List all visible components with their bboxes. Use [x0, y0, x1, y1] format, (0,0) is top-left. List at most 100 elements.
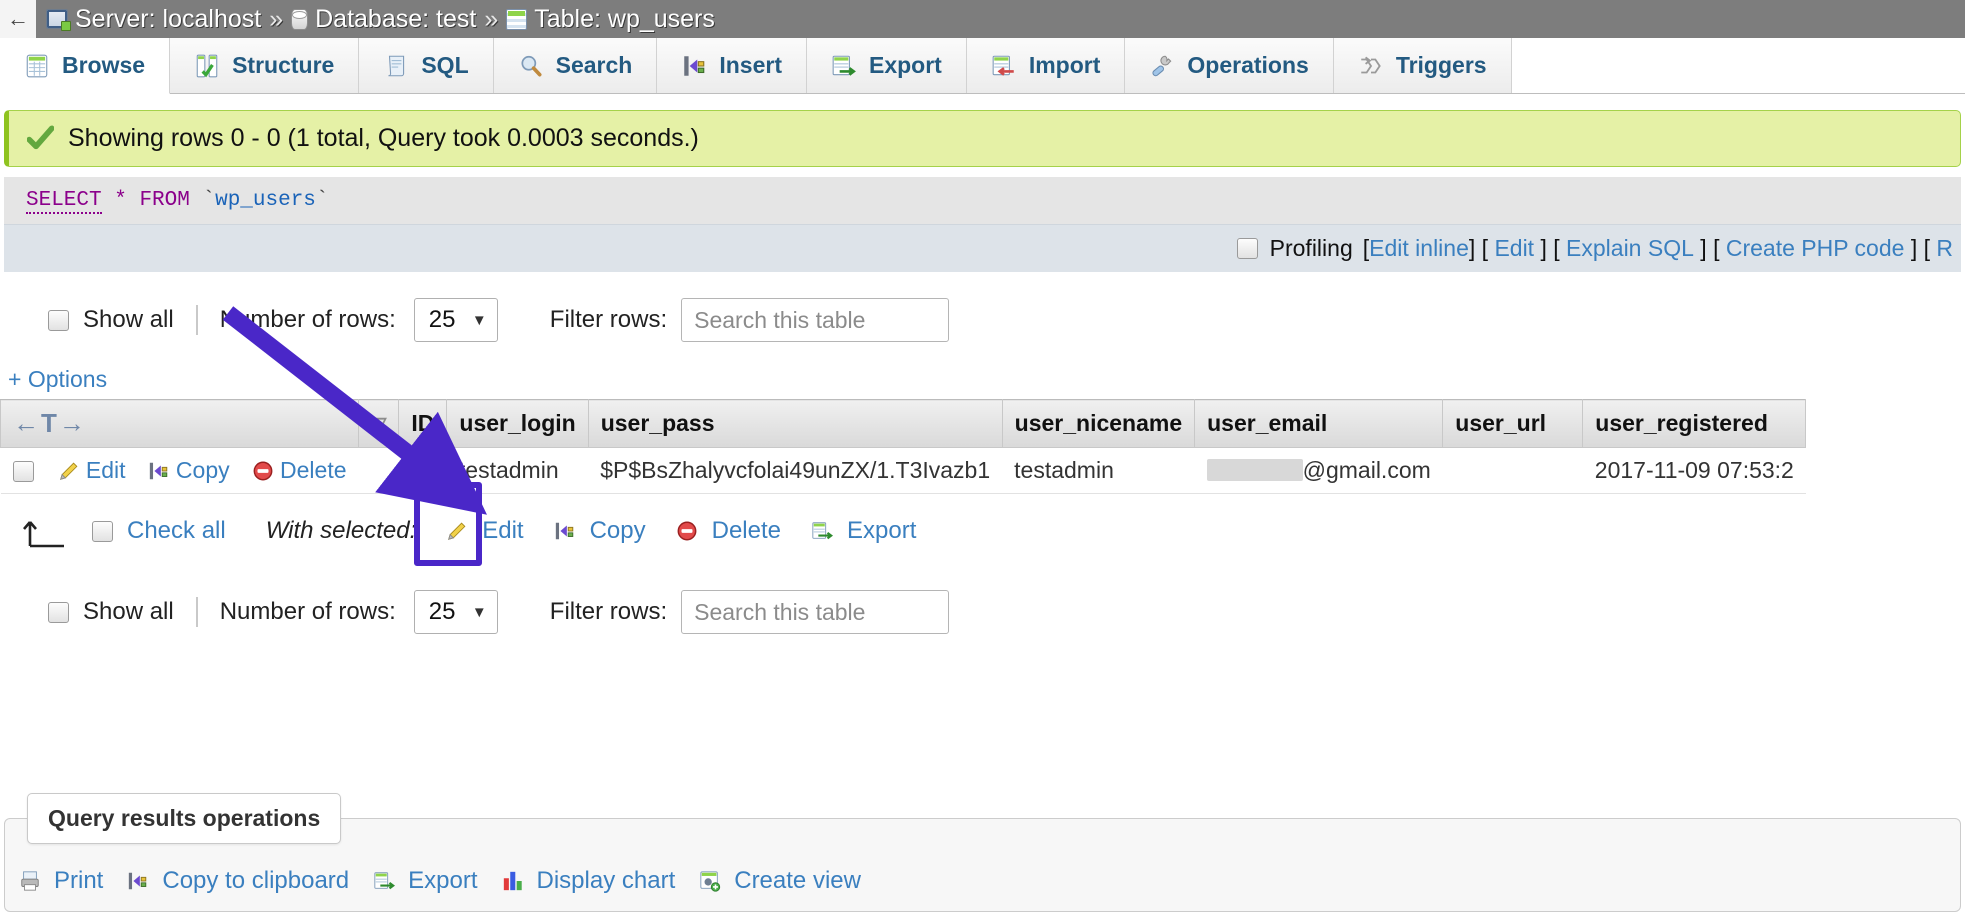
qro-create-view[interactable]: Create view: [699, 867, 861, 895]
cell-user-email: @gmail.com: [1195, 448, 1443, 494]
with-selected-copy[interactable]: Copy: [554, 517, 646, 545]
cell-user-pass: $P$BsZhalyvcfolai49unZX/1.T3Ivazb1: [588, 448, 1002, 494]
tab-triggers[interactable]: Triggers: [1334, 38, 1512, 93]
qro-export[interactable]: Export: [373, 867, 477, 895]
cell-user-nicename: testadmin: [1002, 448, 1194, 494]
filter-rows-input-top[interactable]: Search this table: [681, 298, 949, 342]
results-table-wrapper: ←T→ ▽ ID user_login user_pass user_nicen…: [0, 399, 1965, 494]
with-selected-export-label: Export: [847, 517, 916, 545]
breadcrumb-database-label: Database: test: [315, 5, 476, 34]
breadcrumb: Server: localhost » Database: test » Tab…: [46, 0, 715, 38]
number-of-rows-label-bottom: Number of rows:: [220, 598, 396, 626]
breadcrumb-server-label: Server: localhost: [75, 5, 261, 34]
tab-structure[interactable]: Structure: [170, 38, 359, 93]
filter-rows-label-top: Filter rows:: [550, 306, 667, 334]
results-table: ←T→ ▽ ID user_login user_pass user_nicen…: [0, 399, 1806, 494]
number-of-rows-select-top[interactable]: 25 ▼: [414, 298, 498, 342]
header-col-user-url[interactable]: user_url: [1443, 400, 1583, 448]
qro-copy-label: Copy to clipboard: [162, 867, 349, 895]
row-controls-top: Show all Number of rows: 25 ▼ Filter row…: [0, 298, 1965, 342]
link-refresh-truncated[interactable]: R: [1936, 235, 1953, 262]
select-all-up-arrow-icon: [18, 514, 74, 548]
tab-operations[interactable]: Operations: [1125, 38, 1333, 93]
row-edit-action[interactable]: Edit: [58, 457, 132, 483]
profiling-checkbox[interactable]: [1237, 238, 1258, 259]
back-button[interactable]: ←: [0, 0, 36, 38]
tab-triggers-label: Triggers: [1396, 52, 1487, 79]
link-edit[interactable]: Edit: [1494, 235, 1534, 262]
filter-rows-input-bottom[interactable]: Search this table: [681, 590, 949, 634]
filter-rows-label-bottom: Filter rows:: [550, 598, 667, 626]
print-icon: [19, 870, 41, 892]
tab-import[interactable]: Import: [967, 38, 1126, 93]
qro-display-chart-label: Display chart: [537, 867, 676, 895]
row-select-checkbox[interactable]: [13, 461, 34, 482]
breadcrumb-separator-2: »: [483, 5, 499, 34]
tab-operations-label: Operations: [1187, 52, 1308, 79]
with-selected-export[interactable]: Export: [811, 517, 916, 545]
pencil-icon: [58, 460, 80, 482]
header-col-user-registered[interactable]: user_registered: [1583, 400, 1806, 448]
delete-icon: [676, 520, 698, 542]
header-col-user-login[interactable]: user_login: [447, 400, 588, 448]
tab-search[interactable]: Search: [494, 38, 658, 93]
insert-icon: [681, 53, 707, 79]
sql-query-display[interactable]: SELECT * FROM `wp_users`: [4, 177, 1961, 224]
row-delete-label: Delete: [280, 457, 346, 483]
row-spacer-cell: [359, 448, 399, 494]
show-all-label-top: Show all: [83, 306, 174, 334]
status-message: Showing rows 0 - 0 (1 total, Query took …: [4, 110, 1961, 167]
sql-keyword-select: SELECT: [26, 189, 102, 214]
with-selected-bar: Check all With selected: Edit Copy Delet…: [0, 514, 1965, 548]
row-delete-action[interactable]: Delete: [252, 457, 346, 483]
link-explain-sql[interactable]: Explain SQL: [1566, 235, 1694, 262]
header-sort-icon-cell[interactable]: ▽: [359, 400, 399, 448]
main-tab-bar: Browse Structure SQL Search: [0, 38, 1965, 94]
link-edit-inline[interactable]: Edit inline: [1369, 235, 1469, 262]
show-all-checkbox-bottom[interactable]: [48, 602, 69, 623]
annotation-highlight-box-id-column: [414, 482, 482, 566]
qro-display-chart[interactable]: Display chart: [502, 867, 676, 895]
cell-user-registered: 2017-11-09 07:53:2: [1583, 448, 1806, 494]
check-all-checkbox[interactable]: [92, 521, 113, 542]
number-of-rows-label-top: Number of rows:: [220, 306, 396, 334]
header-col-user-pass[interactable]: user_pass: [588, 400, 1002, 448]
breadcrumb-item-database[interactable]: Database: test: [291, 5, 476, 34]
header-col-id[interactable]: ID: [399, 400, 447, 448]
profiling-bar: Profiling [Edit inline] [ Edit ] [ Expla…: [4, 224, 1961, 272]
breadcrumb-item-table[interactable]: Table: wp_users: [506, 5, 715, 34]
qro-print[interactable]: Print: [19, 867, 103, 895]
sql-backtick-close: `: [316, 189, 329, 212]
tab-structure-label: Structure: [232, 52, 334, 79]
copy-icon: [127, 870, 149, 892]
with-selected-delete[interactable]: Delete: [676, 517, 781, 545]
create-view-icon: [699, 870, 721, 892]
tab-insert[interactable]: Insert: [657, 38, 807, 93]
cell-user-url: [1443, 448, 1583, 494]
filter-rows-placeholder-bottom: Search this table: [694, 599, 865, 626]
tab-export[interactable]: Export: [807, 38, 967, 93]
row-actions-cell: Edit Copy: [1, 448, 359, 494]
qro-copy-to-clipboard[interactable]: Copy to clipboard: [127, 867, 349, 895]
tab-browse[interactable]: Browse: [0, 38, 170, 94]
copy-icon: [148, 460, 170, 482]
number-of-rows-select-bottom[interactable]: 25 ▼: [414, 590, 498, 634]
link-create-php-code[interactable]: Create PHP code: [1726, 235, 1905, 262]
options-toggle-link[interactable]: + Options: [0, 366, 1965, 393]
query-results-operations-links: Print Copy to clipboard Export: [19, 867, 877, 895]
tab-sql[interactable]: SQL: [359, 38, 493, 93]
show-all-checkbox-top[interactable]: [48, 310, 69, 331]
divider-top: [196, 305, 198, 335]
sql-star: *: [114, 189, 127, 212]
delete-icon: [252, 460, 274, 482]
header-col-user-nicename[interactable]: user_nicename: [1002, 400, 1194, 448]
breadcrumb-item-server[interactable]: Server: localhost: [46, 5, 261, 34]
status-message-text: Showing rows 0 - 0 (1 total, Query took …: [68, 124, 699, 153]
header-col-user-email[interactable]: user_email: [1195, 400, 1443, 448]
check-all-label[interactable]: Check all: [127, 517, 226, 545]
server-icon: [46, 9, 68, 29]
show-all-label-bottom: Show all: [83, 598, 174, 626]
structure-icon: [194, 53, 220, 79]
row-copy-action[interactable]: Copy: [148, 457, 236, 483]
column-order-arrows[interactable]: ←T→: [13, 408, 87, 438]
